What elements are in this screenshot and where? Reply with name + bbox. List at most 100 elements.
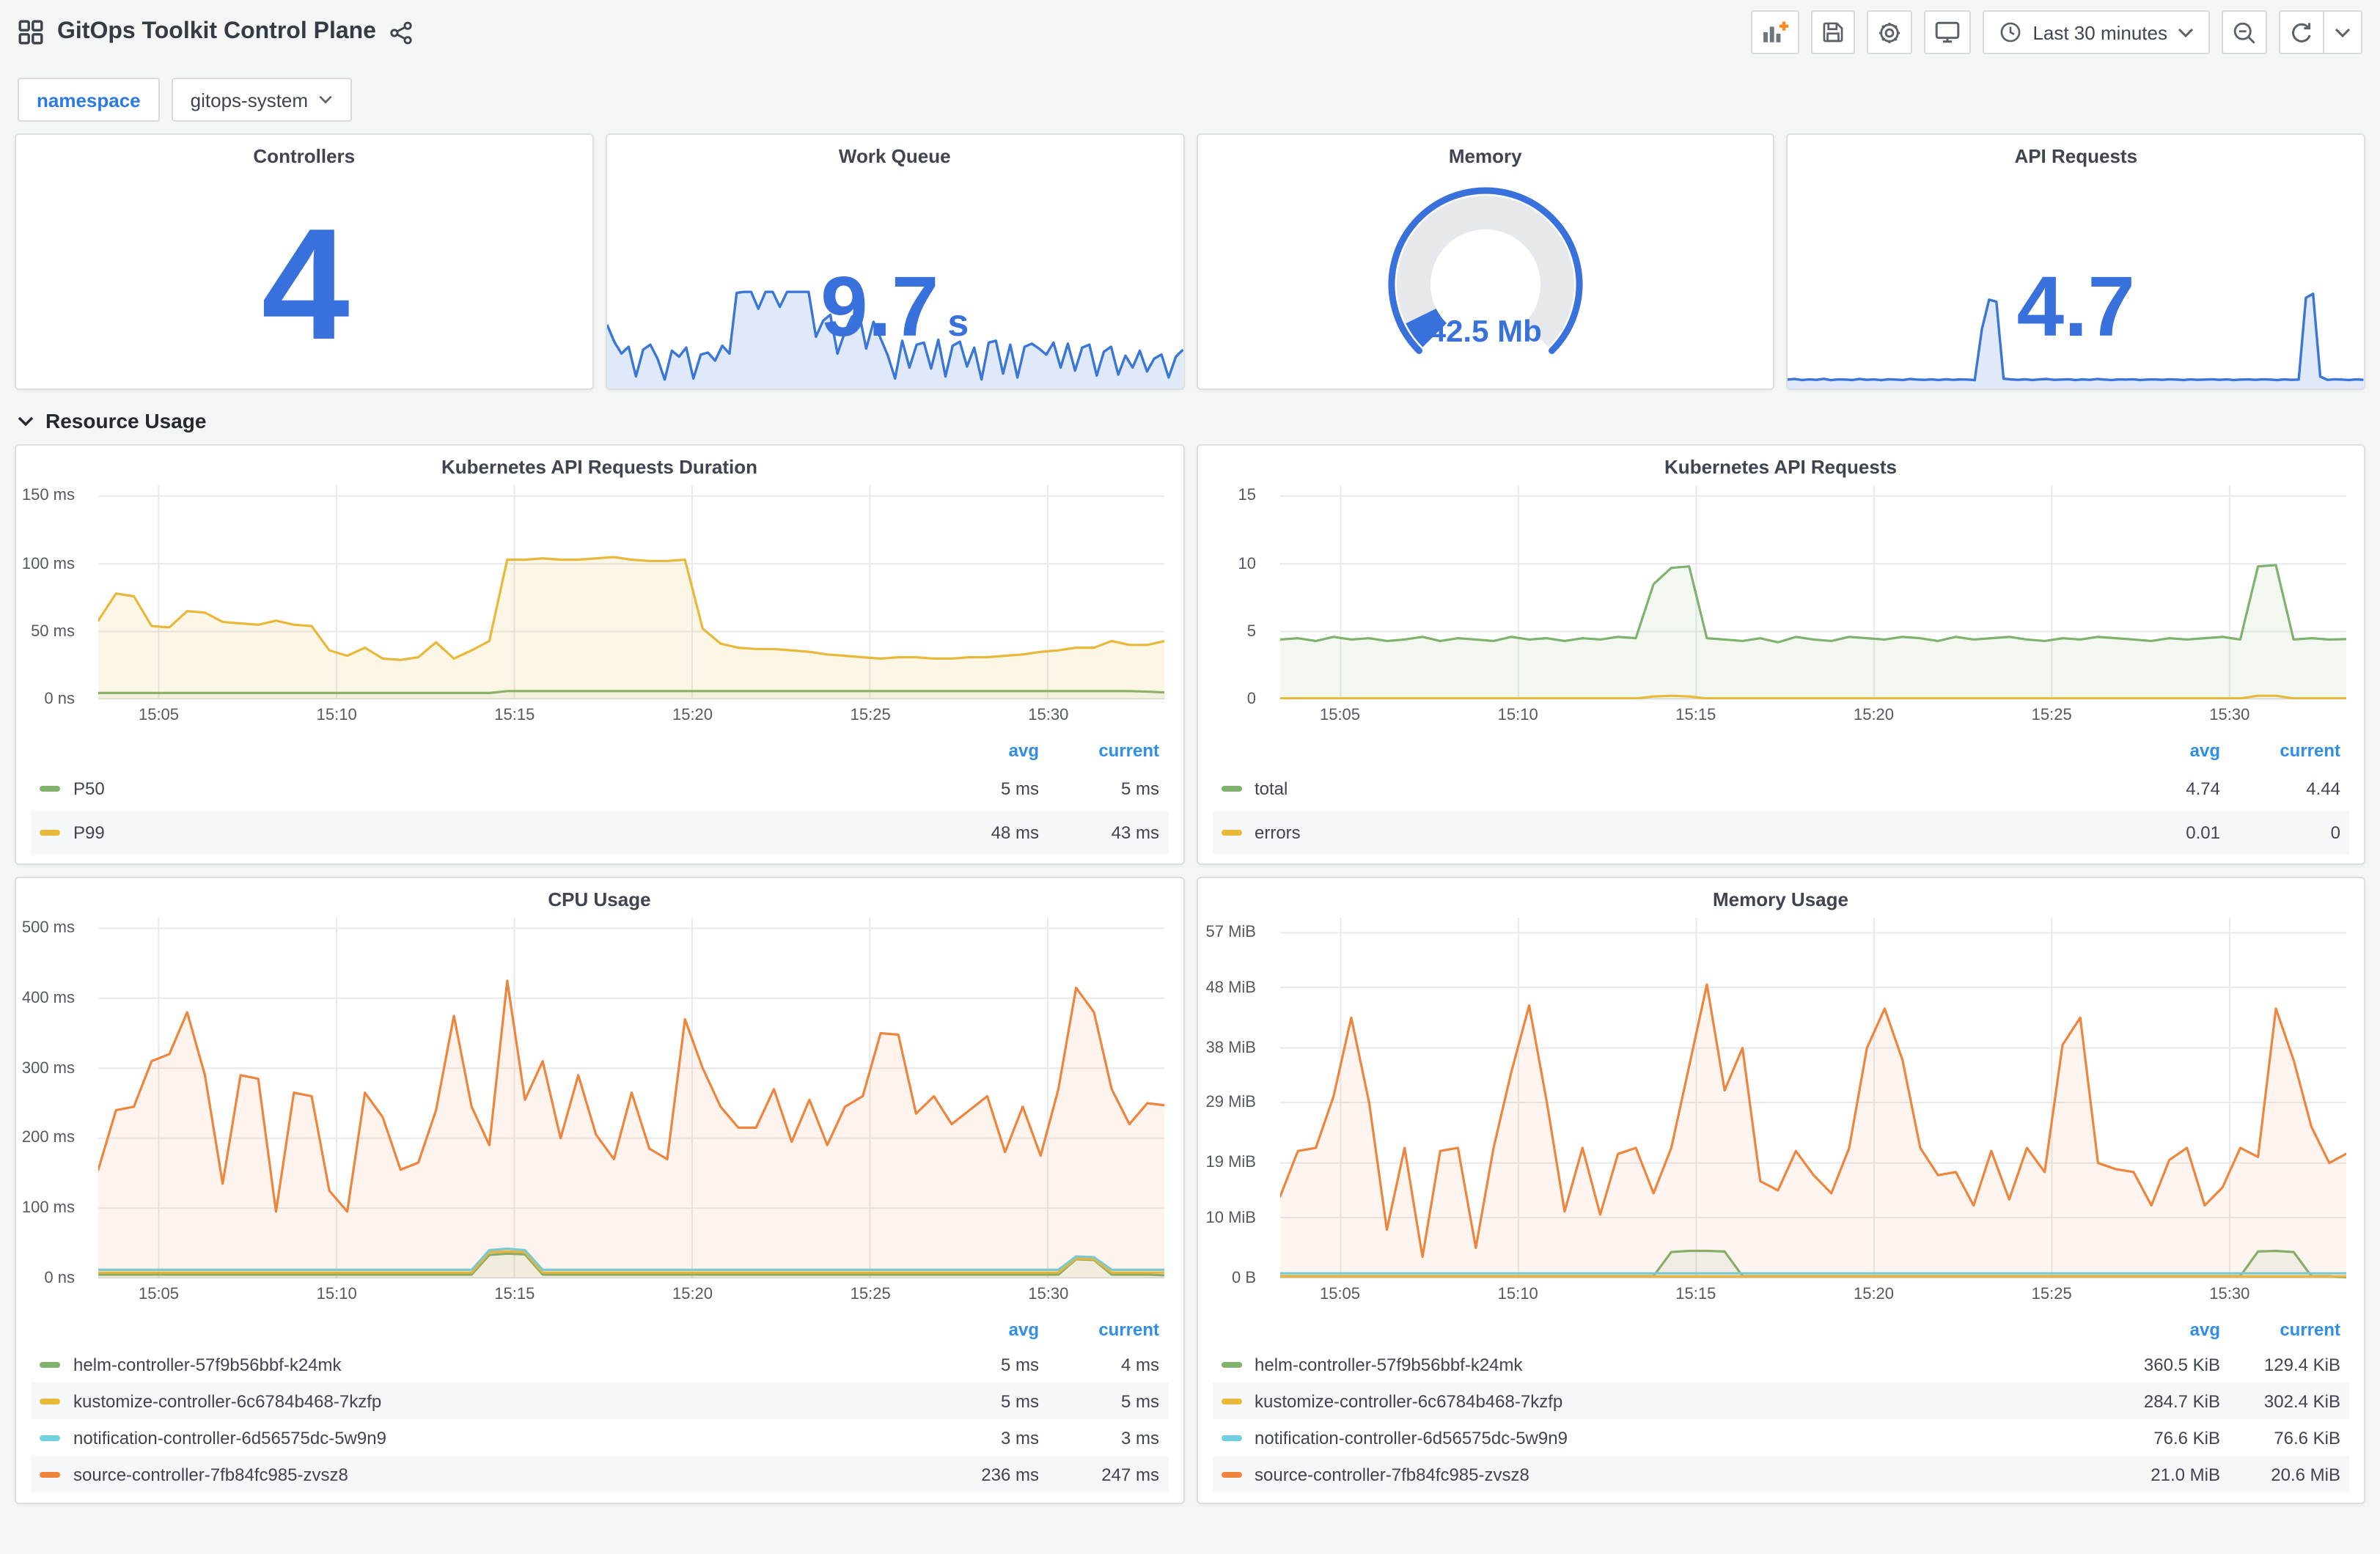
series-color-dash — [40, 1435, 60, 1440]
legend-col-avg[interactable]: avg — [2100, 740, 2220, 761]
series-avg-value: 236 ms — [981, 1464, 1039, 1484]
legend-col-current[interactable]: current — [2220, 1319, 2340, 1340]
x-axis-tick: 15:25 — [2031, 707, 2072, 724]
legend-row: helm-controller-57f9b56bbf-k24mk 5 ms 4 ms — [31, 1346, 1168, 1382]
legend-col-avg[interactable]: avg — [919, 1319, 1039, 1340]
x-axis-tick: 15:05 — [1319, 707, 1361, 724]
x-axis-tick: 15:20 — [672, 1286, 713, 1303]
x-axis-tick: 15:10 — [1497, 707, 1538, 724]
dashboard: GitOps Toolkit Control Plane Last 30 min… — [0, 0, 2380, 1554]
share-icon[interactable] — [389, 20, 414, 45]
panel-title[interactable]: Kubernetes API Requests — [1197, 446, 2364, 481]
zoom-out-button[interactable] — [2222, 10, 2267, 54]
panel-title[interactable]: Controllers — [16, 135, 592, 170]
y-axis-tick: 19 MiB — [1205, 1154, 1257, 1172]
series-name[interactable]: kustomize-controller-6c6784b468-7kzfp — [1255, 1391, 1562, 1411]
save-icon — [1823, 22, 1843, 43]
x-axis-tick: 15:25 — [850, 707, 891, 724]
plot-area[interactable] — [98, 918, 1165, 1278]
series-name[interactable]: helm-controller-57f9b56bbf-k24mk — [1255, 1354, 1523, 1374]
row-resource-usage[interactable]: Resource Usage — [0, 390, 2380, 444]
series-name[interactable]: notification-controller-6d56575dc-5w9n9 — [1255, 1427, 1568, 1448]
x-axis-tick: 15:05 — [138, 707, 180, 724]
panel-title[interactable]: API Requests — [1788, 135, 2365, 170]
x-axis-tick: 15:20 — [1853, 1286, 1895, 1303]
x-axis-tick: 15:30 — [2209, 707, 2250, 724]
series-avg-value: 21.0 MiB — [2151, 1464, 2220, 1484]
legend-row: notification-controller-6d56575dc-5w9n9 7… — [1212, 1419, 2349, 1456]
legend-col-current[interactable]: current — [1039, 740, 1159, 761]
legend-col-avg[interactable]: avg — [919, 740, 1039, 761]
series-name[interactable]: notification-controller-6d56575dc-5w9n9 — [73, 1427, 386, 1448]
series-avg-value: 284.7 KiB — [2143, 1391, 2220, 1411]
x-axis-tick: 15:15 — [494, 1286, 535, 1303]
page-title: GitOps Toolkit Control Plane — [57, 19, 376, 44]
series-name[interactable]: total — [1255, 778, 1288, 799]
legend-header: avg current — [1212, 734, 2349, 767]
gear-icon — [1879, 22, 1900, 43]
panel-k8s-api-requests: Kubernetes API Requests 0 5 10 15 15:05 15:10… — [1196, 444, 2365, 865]
legend-col-current[interactable]: current — [1039, 1319, 1159, 1340]
series-avg-value: 5 ms — [1000, 1354, 1039, 1374]
panel-title[interactable]: Kubernetes API Requests Duration — [16, 446, 1183, 481]
panel-title[interactable]: Memory — [1197, 135, 1774, 170]
add-panel-icon — [1763, 21, 1789, 43]
chart-canvas — [98, 918, 1165, 1278]
plot-area[interactable] — [1279, 485, 2346, 699]
chart-canvas — [1279, 485, 2346, 699]
series-current-value: 3 ms — [1120, 1427, 1159, 1448]
plot-area[interactable] — [98, 485, 1165, 699]
series-current-value: 4.44 — [2306, 778, 2340, 799]
panel-title[interactable]: Work Queue — [607, 135, 1183, 170]
legend-row: total 4.74 4.44 — [1212, 767, 2349, 811]
legend-col-current[interactable]: current — [2220, 740, 2340, 761]
series-current-value: 76.6 KiB — [2274, 1427, 2340, 1448]
x-axis-tick: 15:05 — [138, 1286, 180, 1303]
y-axis: 0 ns 50 ms 100 ms 150 ms — [16, 485, 87, 732]
toolbar: Last 30 minutes — [1739, 10, 2362, 54]
legend-col-avg[interactable]: avg — [2100, 1319, 2220, 1340]
series-name[interactable]: P50 — [73, 778, 105, 799]
series-current-value: 0 — [2330, 822, 2340, 843]
series-name[interactable]: source-controller-7fb84fc985-zvsz8 — [1255, 1464, 1529, 1484]
series-name[interactable]: kustomize-controller-6c6784b468-7kzfp — [73, 1391, 381, 1411]
dashboard-settings-button[interactable] — [1867, 10, 1913, 54]
x-axis-tick: 15:30 — [1028, 707, 1069, 724]
y-axis-tick: 200 ms — [21, 1129, 75, 1147]
series-name[interactable]: helm-controller-57f9b56bbf-k24mk — [73, 1354, 342, 1374]
save-dashboard-button[interactable] — [1811, 10, 1856, 54]
tv-mode-button[interactable] — [1924, 10, 1972, 54]
refresh-interval-dropdown[interactable] — [2324, 10, 2362, 54]
series-avg-value: 76.6 KiB — [2153, 1427, 2220, 1448]
series-name[interactable]: P99 — [73, 822, 105, 843]
series-current-value: 129.4 KiB — [2263, 1354, 2340, 1374]
panel-title[interactable]: CPU Usage — [16, 878, 1183, 913]
x-axis-tick: 15:30 — [2209, 1286, 2250, 1303]
series-color-dash — [1221, 786, 1241, 792]
refresh-button[interactable] — [2279, 10, 2324, 54]
y-axis-tick: 0 B — [1231, 1270, 1256, 1287]
time-range-label: Last 30 minutes — [2032, 21, 2167, 43]
series-color-dash — [1221, 1435, 1241, 1440]
series-name[interactable]: errors — [1255, 822, 1301, 843]
time-range-picker[interactable]: Last 30 minutes — [1983, 10, 2210, 54]
plot-area[interactable] — [1279, 918, 2346, 1278]
series-color-dash — [40, 1471, 60, 1477]
series-current-value: 5 ms — [1120, 1391, 1159, 1411]
stat-number: 9.7 — [820, 259, 939, 355]
chevron-down-icon — [18, 416, 34, 426]
series-name[interactable]: source-controller-7fb84fc985-zvsz8 — [73, 1464, 348, 1484]
x-axis-tick: 15:10 — [316, 707, 357, 724]
series-color-dash — [1221, 1398, 1241, 1404]
legend-row: source-controller-7fb84fc985-zvsz8 236 ms… — [31, 1456, 1168, 1492]
panel-title[interactable]: Memory Usage — [1197, 878, 2364, 913]
y-axis-tick: 0 ns — [44, 691, 75, 708]
add-panel-button[interactable] — [1751, 10, 1800, 54]
namespace-dropdown[interactable]: gitops-system — [171, 78, 353, 122]
series-avg-value: 5 ms — [1000, 1391, 1039, 1411]
y-axis: 0 B 10 MiB 19 MiB 29 MiB 38 MiB 48 MiB 57 MiB — [1197, 918, 1268, 1311]
stat-number: 4.7 — [2016, 259, 2135, 355]
y-axis-tick: 48 MiB — [1205, 979, 1257, 997]
series-color-dash — [40, 786, 60, 792]
series-avg-value: 4.74 — [2186, 778, 2220, 799]
